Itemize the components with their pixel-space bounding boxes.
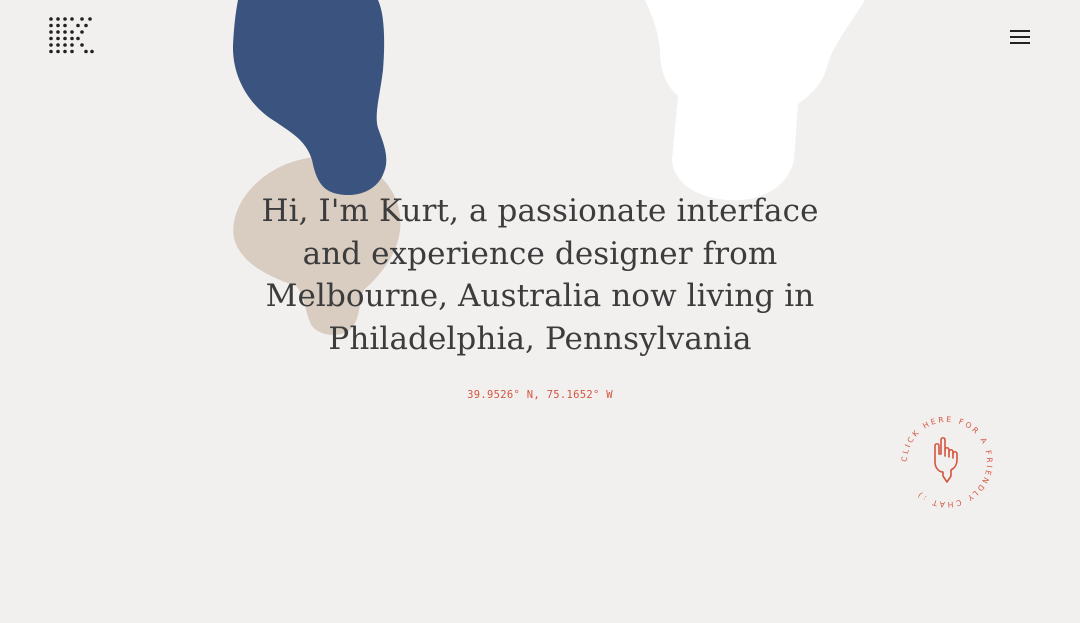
pointing-hand-icon [934, 436, 958, 483]
page: Hi, I'm Kurt, a passionate interface and… [0, 0, 1080, 623]
menu-line [1010, 30, 1030, 32]
dot-grid-logo-icon[interactable] [48, 16, 96, 56]
friendly-chat-badge[interactable]: CLICK HERE FOR A FRIENDLY CHAT :) [895, 410, 999, 514]
chat-circular-text: CLICK HERE FOR A FRIENDLY CHAT :) [900, 415, 994, 509]
hamburger-menu-icon[interactable] [1004, 24, 1036, 50]
white-bulb-blob [645, 0, 865, 201]
location-coordinates: 39.9526° N, 75.1652° W [467, 389, 613, 401]
menu-line [1010, 42, 1030, 44]
hero-intro-text: Hi, I'm Kurt, a passionate interface and… [261, 193, 819, 357]
menu-line [1010, 36, 1030, 38]
